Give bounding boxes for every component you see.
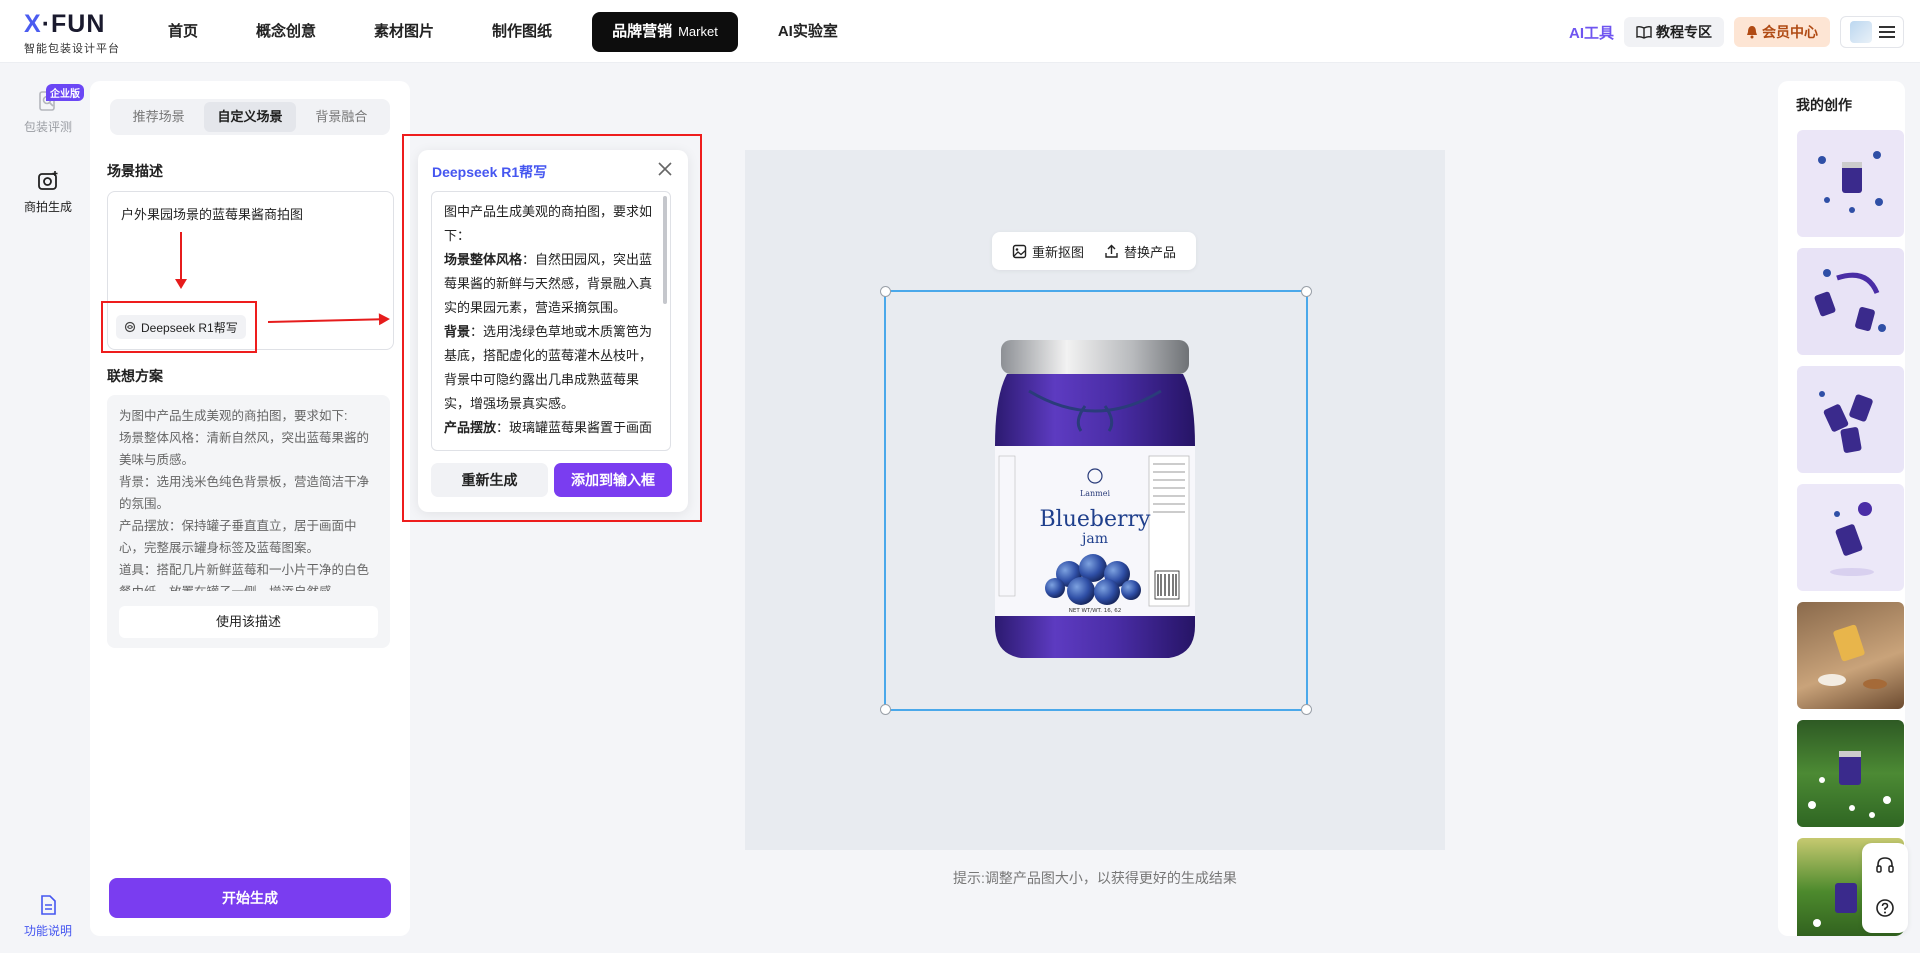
ds-bg-text: ：选用浅绿色草地或木质篱笆为基底，搭配虚化的蓝莓灌木丛枝叶，背景中可隐约露出几串…: [444, 324, 653, 411]
resize-handle-bottom-right[interactable]: [1301, 704, 1312, 715]
jar-brand-text: Lanmei: [1080, 489, 1111, 498]
help-circle-icon[interactable]: [1875, 898, 1895, 918]
ds-place-label: 产品摆放: [444, 420, 497, 435]
nav-concept[interactable]: 概念创意: [238, 12, 334, 52]
floating-jars-image: [1819, 391, 1873, 453]
book-icon: [1636, 25, 1652, 39]
nav-assets[interactable]: 素材图片: [356, 12, 452, 52]
avatar[interactable]: [1849, 21, 1872, 43]
logo-wordmark: X·FUN: [24, 10, 106, 38]
start-generate-button[interactable]: 开始生成: [109, 878, 391, 918]
rail-help[interactable]: 功能说明: [0, 892, 96, 939]
creation-thumbnail[interactable]: [1797, 602, 1904, 709]
suggested-plan-box: 为图中产品生成美观的商拍图，要求如下: 场景整体风格：清新自然风，突出蓝莓果酱的…: [107, 395, 390, 648]
jar-net-weight-text: NET WT/WT. 16, 62: [1069, 608, 1121, 614]
deepseek-popup-title: Deepseek R1帮写: [432, 164, 548, 180]
product-canvas: 重新抠图 替换产品 Lanmei Blueberry jam NET WT/WT…: [745, 150, 1445, 850]
floating-jars-image: [1814, 269, 1886, 332]
nav-drawings[interactable]: 制作图纸: [474, 12, 570, 52]
rematting-label: 重新抠图: [1031, 244, 1084, 260]
regenerate-button[interactable]: 重新生成: [431, 463, 548, 497]
nav-market-tag: Market: [678, 24, 718, 39]
suggested-plan-text: 为图中产品生成美观的商拍图，要求如下: 场景整体风格：清新自然风，突出蓝莓果酱的…: [119, 409, 370, 591]
rail-product-shot[interactable]: 商拍生成: [0, 168, 96, 215]
nav-ai-lab[interactable]: AI实验室: [760, 12, 856, 52]
bell-icon: [1747, 26, 1757, 39]
scene-tabs: 推荐场景 自定义场景 背景融合: [110, 99, 390, 135]
creation-thumbnail[interactable]: [1797, 130, 1904, 237]
document-icon: [35, 892, 61, 918]
creation-thumbnail[interactable]: [1797, 484, 1904, 591]
jar-name-text: Blueberry: [1040, 507, 1152, 532]
my-creations-title: 我的创作: [1796, 97, 1852, 113]
tutorial-label: 教程专区: [1656, 24, 1712, 40]
nav-brand-marketing[interactable]: 品牌营销 Market: [592, 12, 738, 52]
use-description-button[interactable]: 使用该描述: [119, 606, 378, 638]
rematting-button[interactable]: 重新抠图: [1012, 242, 1084, 261]
enterprise-badge: 企业版: [46, 84, 84, 101]
rail-help-label: 功能说明: [23, 924, 72, 938]
scene-description-value: 户外果园场景的蓝莓果酱商拍图: [121, 207, 304, 222]
resize-handle-top-left[interactable]: [880, 286, 891, 297]
deepseek-popup: Deepseek R1帮写 图中产品生成美观的商拍图，要求如下： 场景整体风格：…: [418, 150, 688, 512]
snack-bag-scene-image: [1818, 624, 1887, 689]
replace-product-label: 替换产品: [1123, 244, 1176, 260]
add-to-input-button[interactable]: 添加到输入框: [554, 463, 672, 497]
user-menu[interactable]: [1840, 16, 1904, 48]
ds-style-label: 场景整体风格: [444, 252, 523, 267]
ds-bg-label: 背景: [444, 324, 471, 339]
my-creations-panel: 我的创作: [1778, 81, 1905, 936]
headset-icon[interactable]: [1875, 855, 1895, 875]
logo[interactable]: X·FUN 智能包装设计平台: [24, 12, 120, 56]
annotation-box-assist: [101, 301, 257, 353]
close-icon[interactable]: [656, 160, 674, 178]
scene-settings-panel: 推荐场景 自定义场景 背景融合 场景描述 户外果园场景的蓝莓果酱商拍图 Deep…: [90, 81, 410, 936]
canvas-hint: 提示:调整产品图大小，以获得更好的生成结果: [953, 870, 1237, 886]
ds-intro: 图中产品生成美观的商拍图，要求如下：: [444, 204, 653, 243]
ai-tools-link[interactable]: AI工具: [1569, 22, 1614, 43]
ds-place-text: ：玻璃罐蓝莓果酱置于画面: [496, 420, 653, 435]
scene-description-title: 场景描述: [107, 163, 163, 179]
product-selection-box[interactable]: Lanmei Blueberry jam NET WT/WT. 16, 62: [880, 286, 1312, 715]
creation-thumbnail[interactable]: [1797, 366, 1904, 473]
blueberry-jam-jar-image: Lanmei Blueberry jam NET WT/WT. 16, 62: [995, 340, 1195, 658]
annotation-arrow-down: [175, 232, 187, 289]
floating-jars-image: [1830, 502, 1874, 576]
image-icon: [1012, 244, 1027, 258]
tutorial-button[interactable]: 教程专区: [1624, 17, 1724, 47]
hamburger-menu-icon[interactable]: [1878, 26, 1895, 38]
top-header: X·FUN 智能包装设计平台 首页 概念创意 素材图片 制作图纸 品牌营销 Mar…: [0, 0, 1920, 63]
tab-custom-scene[interactable]: 自定义场景: [204, 102, 296, 132]
nav-home[interactable]: 首页: [150, 12, 216, 52]
canvas-toolbar: 重新抠图 替换产品: [992, 232, 1196, 270]
resize-handle-top-right[interactable]: [1301, 286, 1312, 297]
logo-tagline: 智能包装设计平台: [24, 43, 120, 55]
rail-package-review-label: 包装评测: [23, 120, 72, 134]
creation-thumbnail[interactable]: [1797, 720, 1904, 827]
member-label: 会员中心: [1762, 24, 1818, 40]
resize-handle-bottom-left[interactable]: [880, 704, 891, 715]
tab-background-fusion[interactable]: 背景融合: [296, 102, 387, 132]
floating-jars-image: [1818, 151, 1883, 213]
member-center-button[interactable]: 会员中心: [1734, 17, 1830, 47]
rail-package-review[interactable]: 企业版 包装评测: [0, 84, 96, 135]
nav-brand-marketing-label: 品牌营销: [612, 23, 673, 40]
deepseek-scrollbar[interactable]: [663, 196, 667, 304]
plan-title: 联想方案: [107, 368, 163, 384]
tab-recommended-scene[interactable]: 推荐场景: [113, 102, 204, 132]
meadow-jar-image: [1808, 751, 1891, 818]
floating-tools: [1862, 843, 1908, 933]
main-nav: 首页 概念创意 素材图片 制作图纸 品牌营销 Market AI实验室: [150, 12, 878, 52]
creation-thumbnail[interactable]: [1797, 248, 1904, 355]
rail-product-shot-label: 商拍生成: [23, 200, 72, 214]
upload-icon: [1105, 244, 1118, 258]
replace-product-button[interactable]: 替换产品: [1104, 242, 1176, 261]
deepseek-content[interactable]: 图中产品生成美观的商拍图，要求如下： 场景整体风格：自然田园风，突出蓝莓果酱的新…: [431, 191, 671, 451]
jar-sub-text: jam: [1080, 531, 1108, 547]
camera-plus-icon: [35, 168, 61, 194]
